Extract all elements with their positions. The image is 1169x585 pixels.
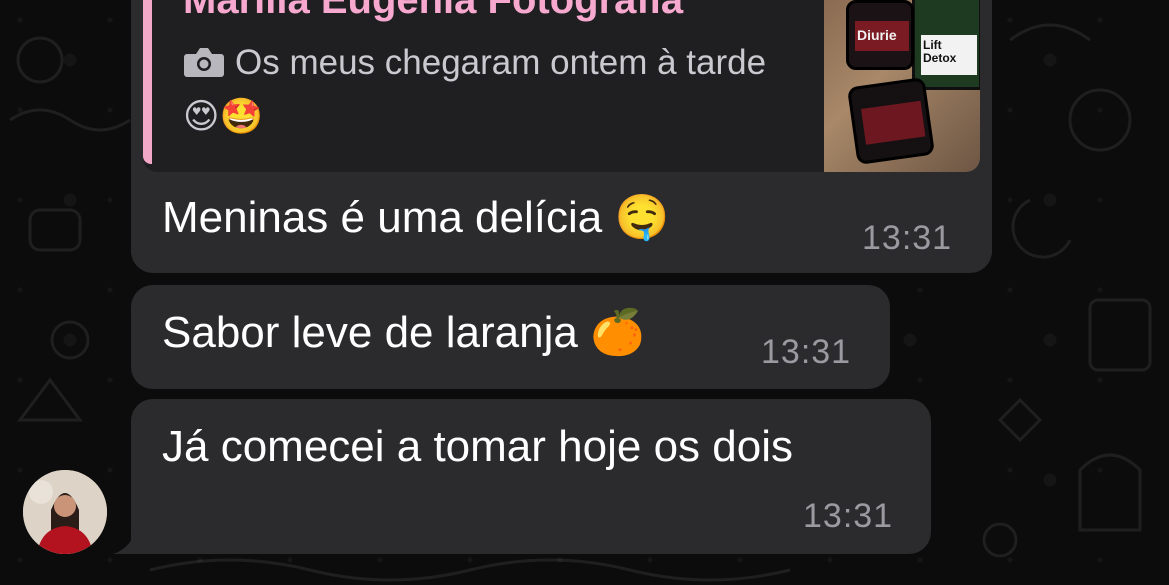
message-time: 13:31 <box>862 219 953 257</box>
message-time: 13:31 <box>803 497 894 535</box>
quoted-text: Os meus chegaram ontem à tarde 😍🤩 <box>183 43 767 136</box>
quoted-photo-thumbnail[interactable]: Lift Detox Diurie <box>824 0 980 172</box>
product-jar-top: Diurie <box>846 0 914 70</box>
camera-icon <box>184 48 224 77</box>
quoted-text-block: Os meus chegaram ontem à tarde 😍🤩 <box>183 36 783 144</box>
product-jar-bottom <box>846 76 936 166</box>
product-box: Lift Detox <box>912 0 980 90</box>
message-text: Sabor leve de laranja 🍊 <box>162 308 645 357</box>
quoted-author: Marilia Eugenia Fotografia <box>183 0 684 22</box>
sender-avatar[interactable] <box>23 470 107 554</box>
quote-accent-bar <box>143 0 152 164</box>
thumbnail-label-lift-detox: Lift Detox <box>923 38 957 65</box>
quoted-message[interactable]: Marilia Eugenia Fotografia Os meus chega… <box>143 0 980 172</box>
message-text: Meninas é uma delícia 🤤 <box>162 193 670 242</box>
message-text: Já comecei a tomar hoje os dois <box>162 422 793 471</box>
bubble-tail <box>113 530 143 554</box>
thumbnail-label-diurie: Diurie <box>857 27 897 43</box>
avatar-person-icon <box>23 470 107 554</box>
message-time: 13:31 <box>761 333 852 371</box>
